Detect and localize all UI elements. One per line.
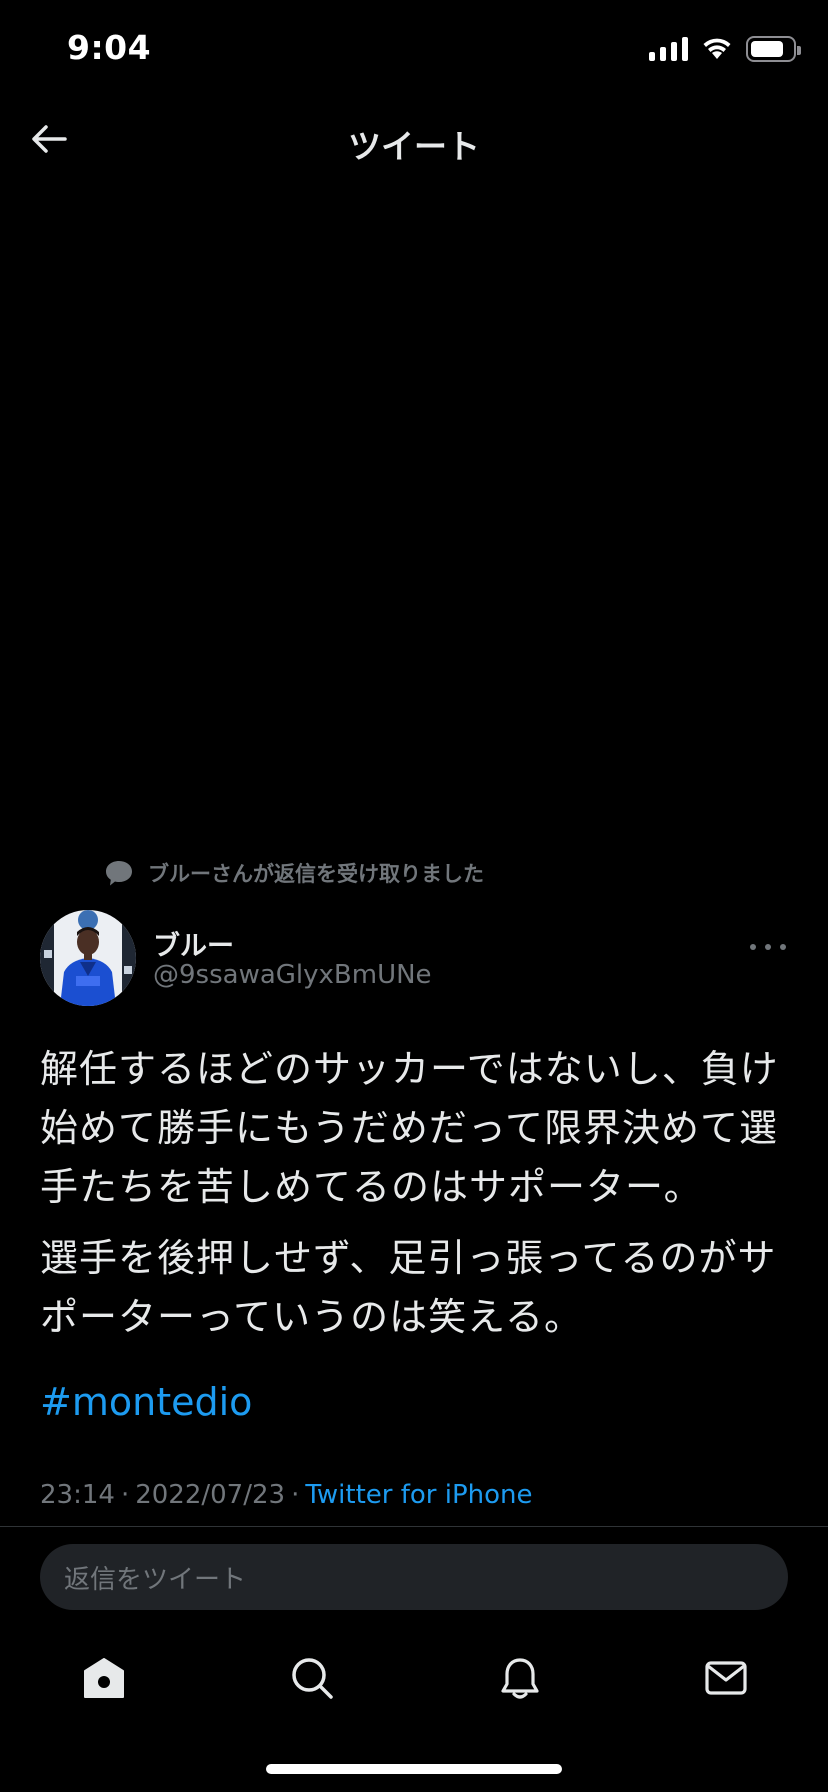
tab-search[interactable] [282, 1648, 342, 1708]
status-icons [649, 36, 801, 62]
tab-messages[interactable] [696, 1648, 756, 1708]
status-bar: 9:04 [0, 0, 828, 100]
divider [0, 1526, 828, 1527]
hashtag-link[interactable]: #montedio [40, 1380, 252, 1424]
meta-separator: · [291, 1480, 300, 1510]
messages-icon [705, 1661, 747, 1695]
tweet-date: 2022/07/23 [135, 1480, 286, 1510]
page-title: ツイート [348, 127, 480, 166]
tweet-time: 23:14 [40, 1480, 115, 1510]
chat-bubble-icon [106, 861, 132, 886]
tweet-author: ブルー @9ssawaGlyxBmUNe [40, 910, 790, 1006]
tab-bar [0, 1640, 828, 1720]
social-context: ブルーさんが返信を受け取りました [104, 858, 484, 888]
meta-separator: · [120, 1480, 130, 1510]
tab-home[interactable] [74, 1648, 134, 1708]
tweet-text: 解任するほどのサッカーではないし、負け始めて勝手にもうだめだって限界決めて選手た… [40, 1040, 800, 1347]
tweet-paragraph: 選手を後押しせず、足引っ張ってるのがサポーターっていうのは笑える。 [40, 1236, 777, 1339]
author-name[interactable]: ブルー [153, 924, 234, 963]
nav-bar: ツイート [0, 100, 828, 182]
tweet-meta: 23:14 · 2022/07/23 · Twitter for iPhone [40, 1480, 533, 1510]
status-time: 9:04 [67, 28, 152, 67]
search-icon [292, 1658, 333, 1699]
media-area [0, 182, 828, 842]
notifications-icon [501, 1658, 539, 1699]
home-icon [84, 1658, 124, 1698]
reply-placeholder: 返信をツイート [64, 1564, 247, 1595]
tweet-client-link[interactable]: Twitter for iPhone [305, 1480, 532, 1510]
tab-notifications[interactable] [490, 1648, 550, 1708]
reply-input[interactable]: 返信をツイート [40, 1544, 788, 1610]
cellular-signal-icon [649, 37, 688, 61]
avatar-image [40, 910, 136, 1006]
home-indicator [266, 1764, 562, 1774]
more-options-button[interactable] [746, 932, 790, 962]
author-handle[interactable]: @9ssawaGlyxBmUNe [153, 960, 432, 990]
avatar[interactable] [40, 910, 136, 1006]
battery-icon [746, 36, 801, 62]
social-context-text: ブルーさんが返信を受け取りました [148, 862, 484, 886]
wifi-icon [703, 38, 731, 59]
tweet-paragraph: 解任するほどのサッカーではないし、負け始めて勝手にもうだめだって限界決めて選手た… [40, 1047, 779, 1209]
